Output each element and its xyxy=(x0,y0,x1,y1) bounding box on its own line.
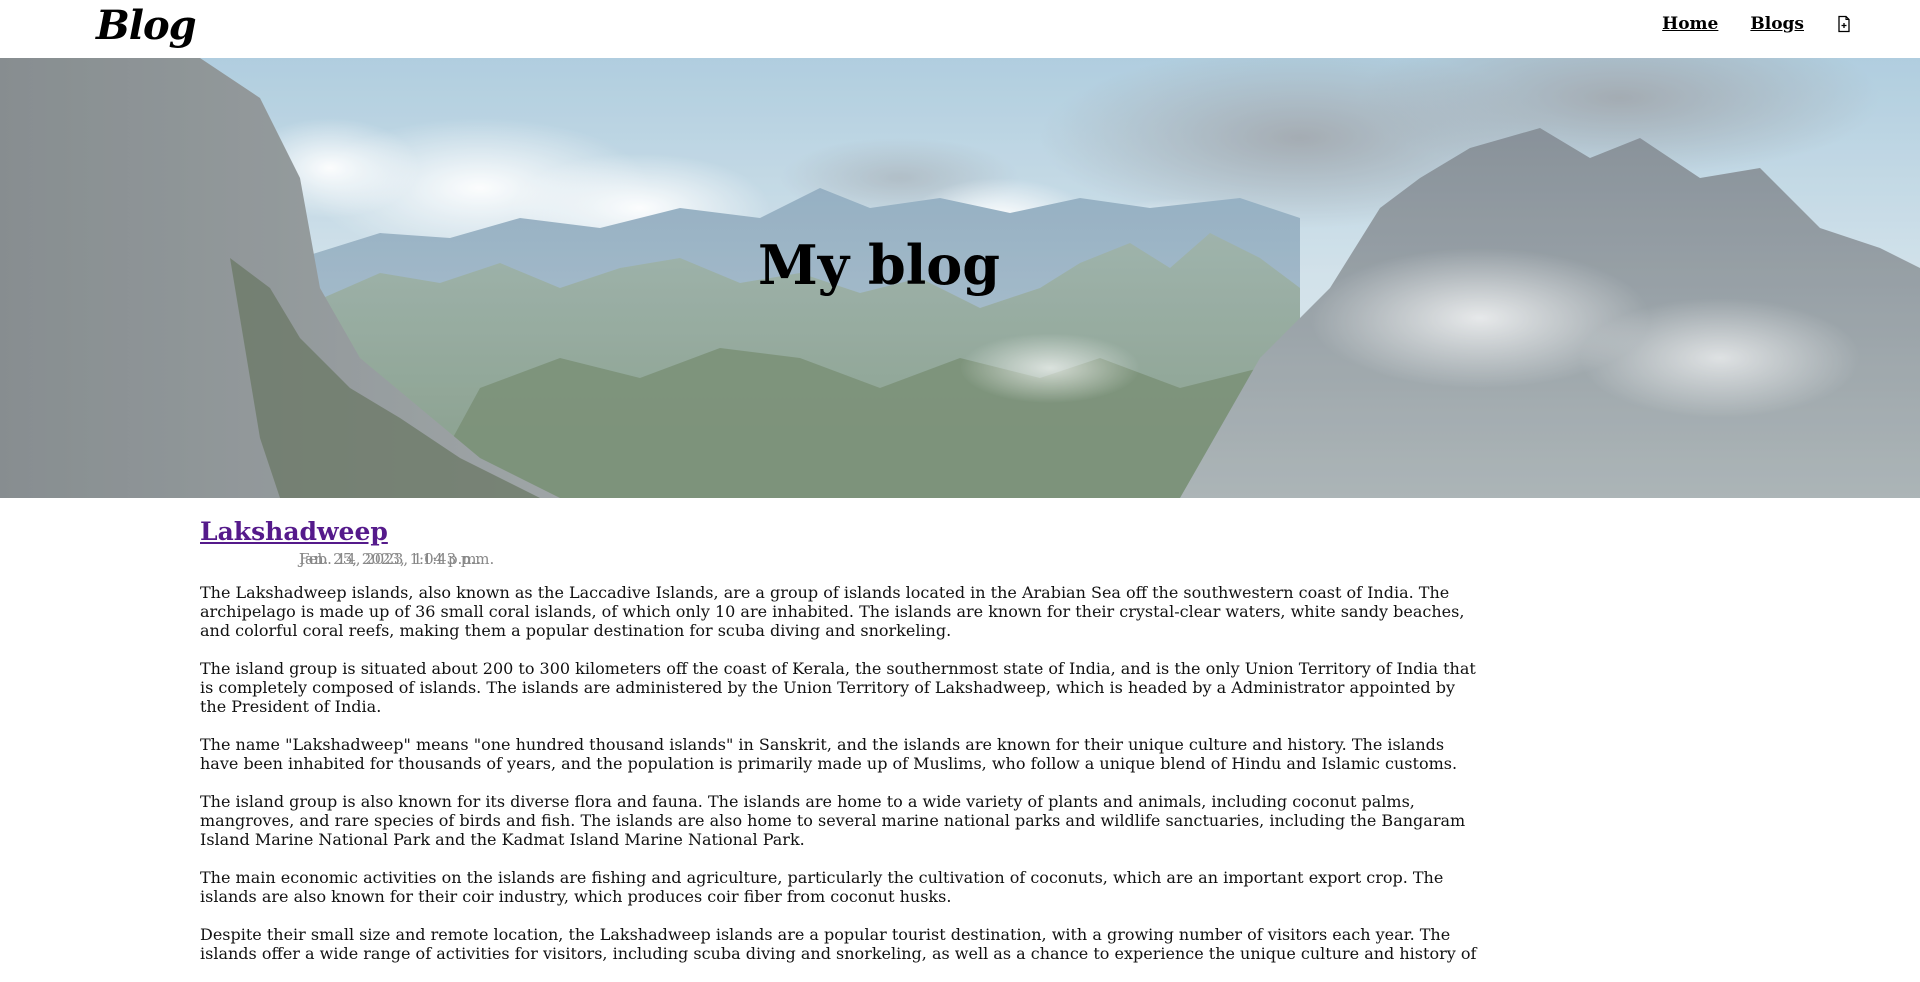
post-title-link[interactable]: Lakshadweep xyxy=(200,512,388,552)
post-paragraph: Despite their small size and remote loca… xyxy=(200,925,1477,963)
post-paragraph: The Lakshadweep islands, also known as t… xyxy=(200,583,1465,640)
brand-logo-link[interactable]: Blog xyxy=(96,2,197,49)
post-body: The Lakshadweep islands, also known as t… xyxy=(200,583,1480,963)
post-container: Lakshadweep Feb. 14, 2023, 11:43 p.m. Ja… xyxy=(200,512,1480,982)
post-paragraph: The main economic activities on the isla… xyxy=(200,868,1444,906)
post-date-text: Jan. 25, 2023, 1:04 p.m. xyxy=(299,550,482,568)
document-icon[interactable] xyxy=(1836,15,1852,33)
hero-banner: My blog xyxy=(0,58,1920,498)
nav-home-link[interactable]: Home xyxy=(1662,14,1718,34)
post-paragraph: The island group is also known for its d… xyxy=(200,792,1466,849)
post-paragraph: The name "Lakshadweep" means "one hundre… xyxy=(200,735,1458,773)
post-paragraph: The island group is situated about 200 t… xyxy=(200,659,1476,716)
nav-links: Home Blogs xyxy=(1630,14,1852,34)
hero-title: My blog xyxy=(758,233,1000,297)
nav-blogs-link[interactable]: Blogs xyxy=(1750,14,1804,34)
post-date: Feb. 14, 2023, 11:43 p.m. Jan. 25, 2023,… xyxy=(299,550,1480,570)
navbar: Blog Home Blogs xyxy=(0,0,1920,58)
